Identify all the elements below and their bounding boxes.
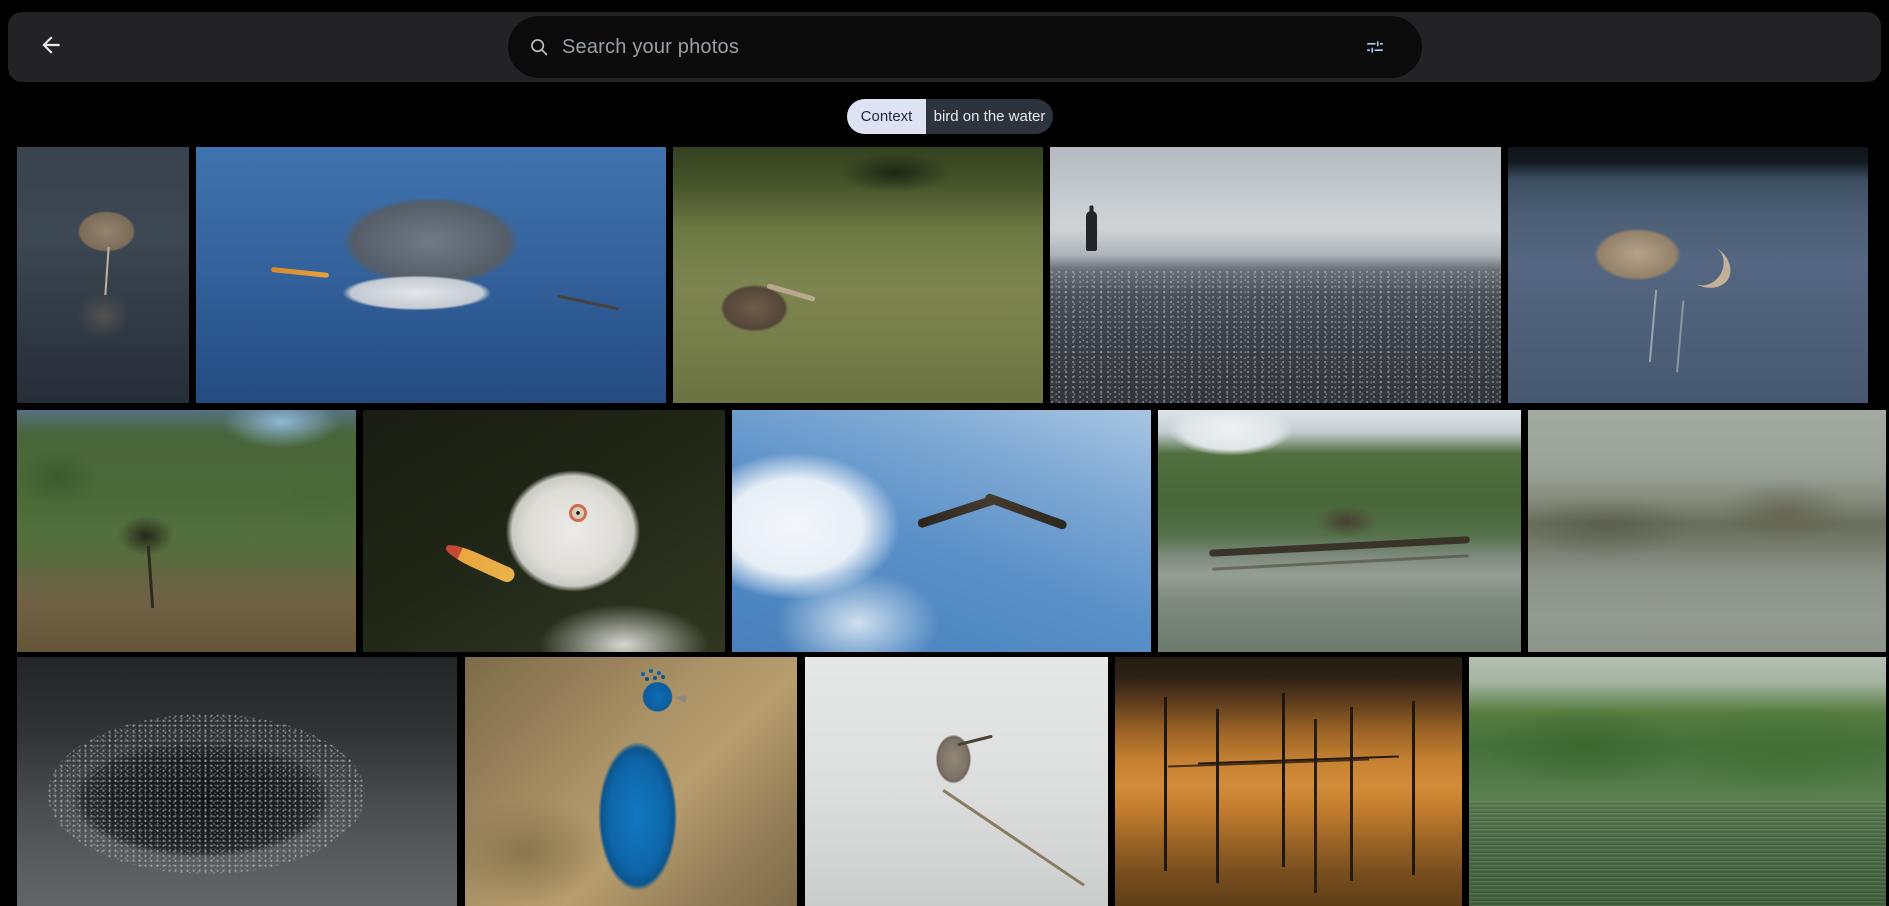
photo-lake-trees[interactable] <box>1469 657 1886 906</box>
back-arrow-icon <box>38 32 64 58</box>
photo-pelican-soaring[interactable] <box>732 410 1151 652</box>
photo-heron-flying[interactable] <box>196 147 666 403</box>
photo-flamingo-reflection[interactable] <box>17 147 189 403</box>
photo-pelican-on-log[interactable] <box>1158 410 1521 652</box>
photo-seagull-closeup[interactable] <box>363 410 725 652</box>
filter-chip-group: Context bird on the water <box>847 99 1053 134</box>
photo-peacock[interactable] <box>465 657 797 906</box>
photo-pelican-perched-trees[interactable] <box>17 410 356 652</box>
tune-sliders-icon <box>1364 36 1386 58</box>
photo-sunset-snags[interactable] <box>1115 657 1462 906</box>
chip-query-bird-on-the-water[interactable]: bird on the water <box>926 99 1053 134</box>
photo-flamingo-feeding[interactable] <box>1508 147 1868 403</box>
photo-hummingbird[interactable] <box>805 657 1108 906</box>
photo-person-in-water[interactable] <box>1050 147 1501 403</box>
search-filters-button[interactable] <box>1364 36 1386 58</box>
chip-context[interactable]: Context <box>847 99 926 134</box>
search-icon <box>528 36 550 58</box>
search-bar[interactable]: Search your photos <box>508 16 1422 78</box>
back-button[interactable] <box>28 22 74 68</box>
photo-gravel-pile[interactable] <box>17 657 457 906</box>
photo-pelican-swimming[interactable] <box>673 147 1043 403</box>
photo-misty-lake[interactable] <box>1528 410 1886 652</box>
search-header: Search your photos <box>8 12 1881 82</box>
search-input[interactable]: Search your photos <box>562 36 1364 59</box>
